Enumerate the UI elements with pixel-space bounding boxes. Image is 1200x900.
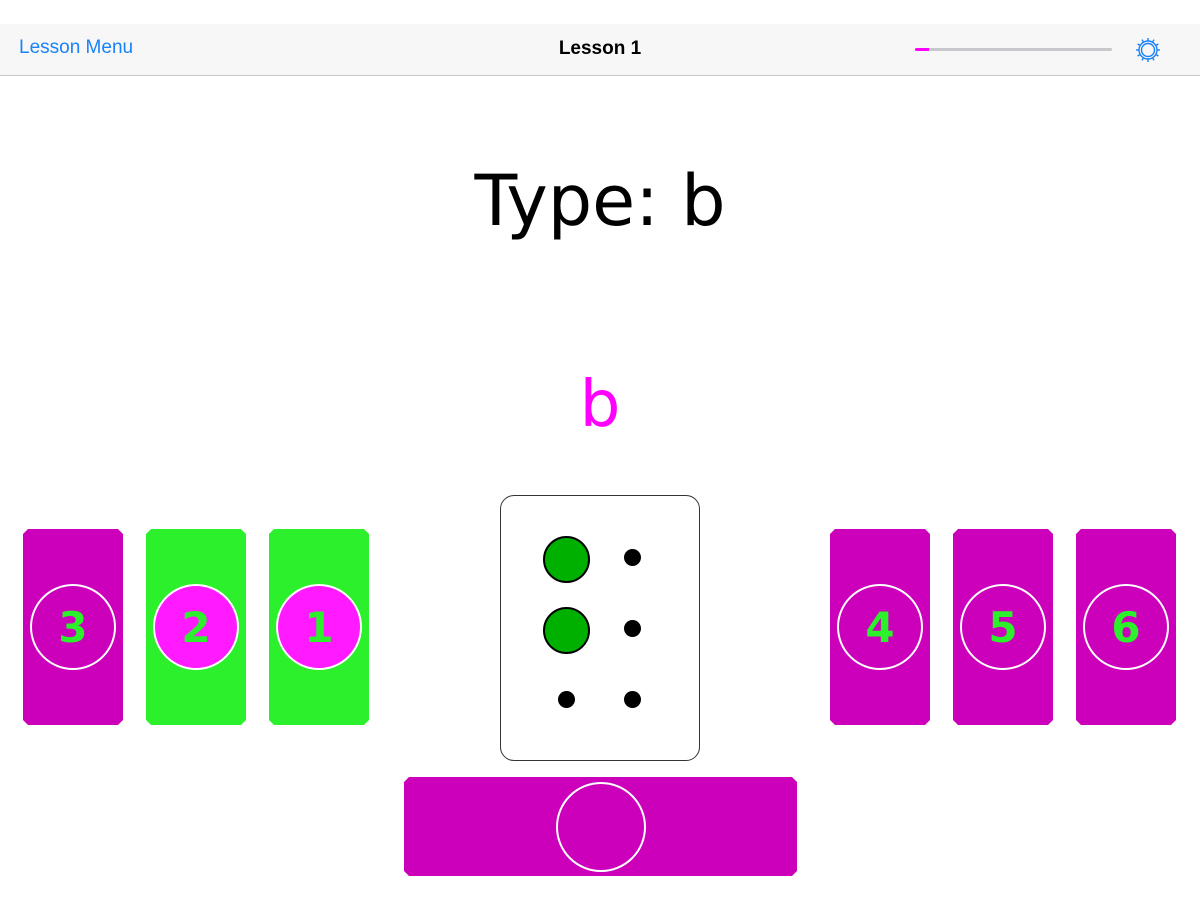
lesson-screen: Lesson Menu Lesson 1 Type: b b 3 2 1 4 5… (0, 0, 1200, 900)
braille-dot-6 (624, 691, 641, 708)
key-circle: 6 (1083, 584, 1169, 670)
space-key[interactable] (404, 777, 797, 876)
braille-dot-4 (624, 549, 641, 566)
braille-key-4[interactable]: 4 (830, 529, 930, 725)
lesson-progress-fill (915, 48, 929, 51)
braille-dot-2 (543, 607, 590, 654)
braille-dot-5 (624, 620, 641, 637)
gear-icon[interactable] (1134, 36, 1162, 64)
typed-character: b (579, 368, 621, 442)
key-circle: 2 (153, 584, 239, 670)
braille-dot-3 (558, 691, 575, 708)
lesson-title: Lesson 1 (558, 38, 642, 59)
lesson-progress-bar (915, 48, 1112, 51)
key-label: 3 (58, 603, 88, 652)
key-circle: 4 (837, 584, 923, 670)
key-label: 6 (1111, 603, 1141, 652)
braille-key-3[interactable]: 3 (23, 529, 123, 725)
key-circle: 5 (960, 584, 1046, 670)
space-key-circle (556, 782, 646, 872)
lesson-menu-button[interactable]: Lesson Menu (19, 37, 133, 59)
key-circle: 3 (30, 584, 116, 670)
braille-key-1[interactable]: 1 (269, 529, 369, 725)
navigation-bar: Lesson Menu Lesson 1 (0, 24, 1200, 76)
key-label: 1 (304, 603, 334, 652)
braille-key-2[interactable]: 2 (146, 529, 246, 725)
braille-key-6[interactable]: 6 (1076, 529, 1176, 725)
key-label: 5 (988, 603, 1018, 652)
braille-dot-1 (543, 536, 590, 583)
key-circle: 1 (276, 584, 362, 670)
prompt-text: Type: b (474, 160, 726, 242)
key-label: 2 (181, 603, 211, 652)
braille-cell (500, 495, 700, 761)
braille-key-5[interactable]: 5 (953, 529, 1053, 725)
key-label: 4 (865, 603, 895, 652)
